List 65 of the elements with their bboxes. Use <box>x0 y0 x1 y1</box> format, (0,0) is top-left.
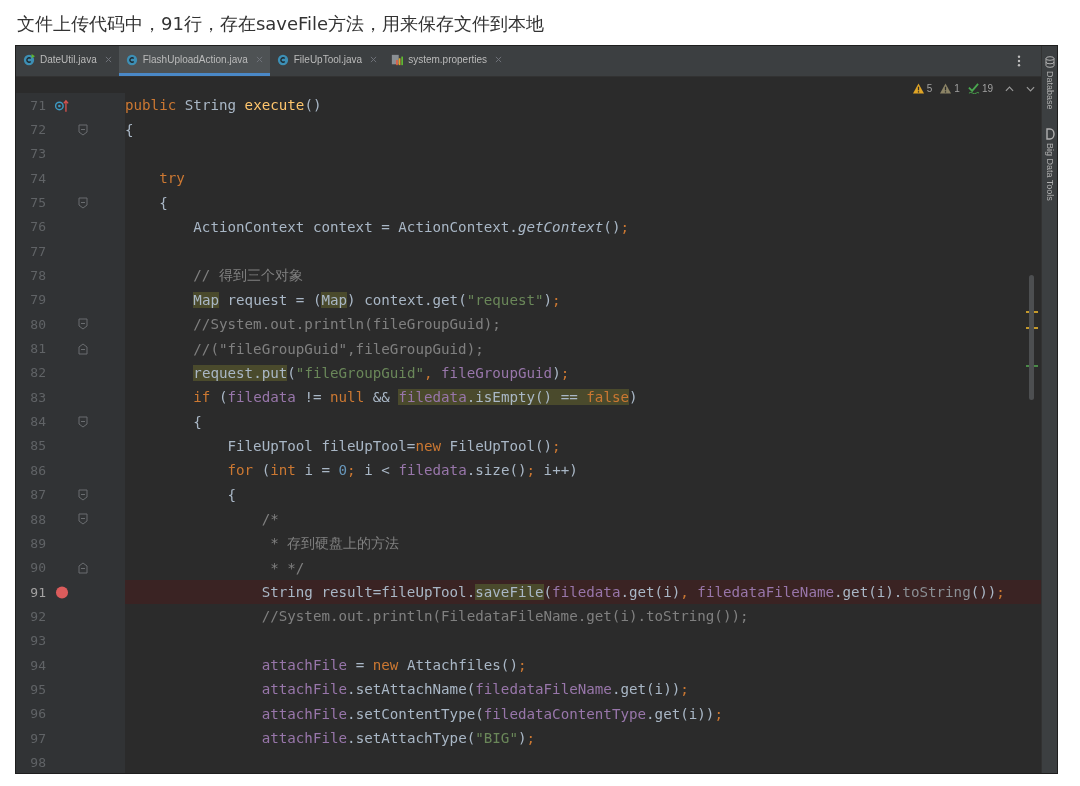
line-number: 91 <box>29 584 46 600</box>
inspection-count[interactable]: 5 <box>912 83 933 94</box>
code-line: if (filedata != null && filedata.isEmpty() == false) <box>192 389 638 406</box>
code-line: /* <box>260 511 279 527</box>
code-line: String result=fileUpTool.saveFile(filedata.get(i), filedataFileName.get(i).toString()); <box>260 584 1005 601</box>
file-tab[interactable]: FlashUploadAction.java <box>118 46 270 76</box>
properties-file-icon <box>391 53 404 66</box>
code-line: //System.out.println(fileGroupGuid); <box>192 316 501 333</box>
fold-icon[interactable] <box>78 415 88 428</box>
warning-icon <box>912 83 924 94</box>
tool-window-button[interactable]: Big Data Tools <box>1044 127 1055 201</box>
code-line: //("fileGroupGuid",fileGroupGuid); <box>192 340 484 357</box>
warning-icon <box>940 83 952 94</box>
code-line: * 存到硬盘上的方法 <box>269 533 400 553</box>
fold-icon[interactable] <box>78 513 88 525</box>
close-icon[interactable] <box>495 56 503 63</box>
code-line: attachFile.setAttachName(filedataFileName.get(i)); <box>260 681 689 698</box>
chevron-up-icon[interactable] <box>1005 85 1014 92</box>
code-line: try <box>158 170 185 187</box>
code-line: // 得到三个对象 <box>192 266 303 286</box>
breakpoint-icon[interactable] <box>55 585 69 599</box>
file-tab[interactable]: FileUpTool.java <box>269 46 385 76</box>
code-line: //System.out.println(FiledataFileName.get(i).toString()); <box>260 608 749 625</box>
code-line: attachFile.setContentType(filedataContentType.get(i)); <box>260 705 723 722</box>
warning-stripe-mark <box>1026 311 1038 313</box>
warning-stripe-mark <box>1026 327 1038 329</box>
big-data-icon <box>1044 127 1055 140</box>
code-line: { <box>158 194 168 211</box>
code-line: { <box>226 486 237 503</box>
code-line: { <box>125 121 134 138</box>
unfold-icon[interactable] <box>78 342 88 355</box>
fold-icon[interactable] <box>78 318 88 331</box>
database-icon <box>1044 56 1055 68</box>
caption-text: 文件上传代码中，91行，存在saveFile方法，用来保存文件到本地 <box>16 12 546 36</box>
code-line: request.put("fileGroupGuid", fileGroupGuid); <box>192 364 570 381</box>
class-run-icon <box>23 53 35 66</box>
chevron-down-icon[interactable] <box>1026 85 1035 92</box>
inspection-count[interactable]: 1 <box>940 83 960 94</box>
class-icon <box>276 53 289 66</box>
fold-icon[interactable] <box>78 123 88 136</box>
class-icon <box>125 53 138 66</box>
code-line: public String execute() <box>125 97 322 114</box>
code-line: attachFile.setAttachType("BIG"); <box>260 730 536 747</box>
code-line: ActionContext context = ActionContext.getContext(); <box>192 218 629 235</box>
inspection-count[interactable]: 19 <box>967 83 993 94</box>
close-icon[interactable] <box>370 56 378 63</box>
file-tab[interactable]: DateUtil.java <box>16 46 119 76</box>
code-line: for (int i = 0; i < filedata.size(); i++) <box>226 462 578 479</box>
fold-icon[interactable] <box>78 488 88 501</box>
close-icon[interactable] <box>255 56 263 63</box>
code-line: attachFile = new Attachfiles(); <box>260 657 527 674</box>
code-line: * */ <box>269 559 305 576</box>
override-icon[interactable] <box>55 98 69 112</box>
ok-stripe-mark <box>1026 365 1038 367</box>
tool-window-button[interactable]: Database <box>1044 56 1055 110</box>
file-tab[interactable]: system.properties <box>384 46 510 76</box>
code-line: Map request = (Map) context.get("request"); <box>192 291 561 308</box>
code-line: { <box>192 413 202 430</box>
code-line: FileUpTool fileUpTool=new FileUpTool(); <box>226 438 561 454</box>
close-icon[interactable] <box>104 56 112 63</box>
check-icon <box>967 83 979 94</box>
more-options-icon[interactable] <box>1017 55 1021 67</box>
unfold-icon[interactable] <box>78 561 88 574</box>
fold-icon[interactable] <box>78 196 88 209</box>
scrollbar-thumb[interactable] <box>1029 275 1034 400</box>
